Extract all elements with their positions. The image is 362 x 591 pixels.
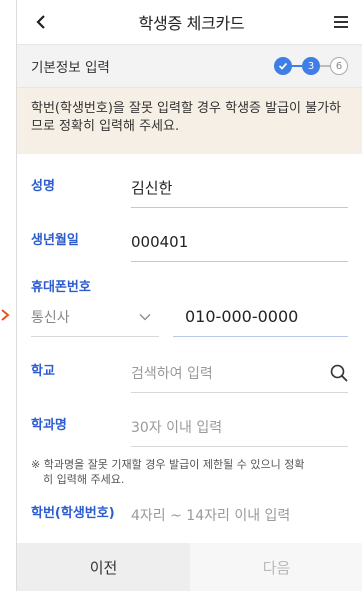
back-button[interactable] bbox=[29, 10, 53, 34]
step-bar: 기본정보 입력 3 6 bbox=[17, 44, 362, 88]
phone-row: 통신사 010-000-0000 bbox=[31, 295, 348, 339]
next-button[interactable]: 다음 bbox=[190, 543, 362, 591]
step-indicator: 3 6 bbox=[274, 57, 348, 75]
major-hint-line2: 히 입력해 주세요. bbox=[43, 473, 125, 486]
school-placeholder: 검색하여 입력 bbox=[131, 365, 213, 382]
birth-field[interactable]: 000401 bbox=[131, 222, 348, 262]
name-field[interactable]: 김신한 bbox=[131, 168, 348, 208]
major-label: 학과명 bbox=[31, 418, 67, 433]
menu-button[interactable] bbox=[330, 11, 352, 33]
phone-number-field[interactable]: 010-000-0000 bbox=[173, 297, 348, 337]
chevron-down-icon bbox=[139, 313, 151, 320]
step-connector bbox=[292, 65, 302, 67]
major-hint-line1: ※ 학과명을 잘못 기재할 경우 발급이 제한될 수 있으니 정확 bbox=[31, 458, 305, 471]
prev-button[interactable]: 이전 bbox=[17, 543, 190, 591]
search-icon[interactable] bbox=[330, 364, 348, 382]
step-title: 기본정보 입력 bbox=[31, 60, 110, 76]
step-connector bbox=[320, 65, 330, 67]
major-hint: ※ 학과명을 잘못 기재할 경우 발급이 제한될 수 있으니 정확 히 입력해 … bbox=[31, 457, 348, 487]
school-label: 학교 bbox=[31, 364, 55, 379]
hamburger-icon-bar bbox=[333, 16, 348, 18]
step-last: 6 bbox=[330, 57, 348, 75]
phone-label: 휴대폰번호 bbox=[31, 280, 91, 295]
app-header: 학생증 체크카드 bbox=[17, 0, 362, 44]
school-search-field[interactable]: 검색하여 입력 bbox=[131, 353, 348, 393]
page-title: 학생증 체크카드 bbox=[138, 14, 245, 33]
name-label: 성명 bbox=[31, 179, 55, 194]
chevron-left-icon bbox=[36, 15, 45, 29]
student-id-field[interactable]: 4자리 ~ 14자리 이내 입력 bbox=[131, 495, 348, 535]
footer-buttons: 이전 다음 bbox=[17, 543, 362, 591]
hamburger-icon-bar bbox=[333, 26, 348, 28]
notice-box: 학번(학생번호)을 잘못 입력할 경우 학생증 발급이 불가하므로 정확히 입력… bbox=[17, 88, 362, 154]
hamburger-icon-bar bbox=[333, 21, 348, 23]
step-current: 3 bbox=[302, 57, 320, 75]
step-done-check-icon bbox=[274, 57, 292, 75]
info-form: 성명 김신한 생년월일 000401 휴대폰번호 통신사 010-000-000… bbox=[17, 154, 362, 535]
major-field[interactable]: 30자 이내 입력 bbox=[131, 407, 348, 447]
birth-label: 생년월일 bbox=[31, 233, 79, 248]
student-id-label: 학번(학생번호) bbox=[31, 506, 115, 521]
carrier-select[interactable]: 통신사 bbox=[31, 297, 159, 337]
pointer-arrow-icon bbox=[1, 309, 10, 321]
school-row: 학교 검색하여 입력 bbox=[31, 339, 348, 393]
name-row: 성명 김신한 bbox=[31, 154, 348, 208]
major-row: 학과명 30자 이내 입력 bbox=[31, 393, 348, 447]
student-id-row: 학번(학생번호) 4자리 ~ 14자리 이내 입력 bbox=[31, 487, 348, 535]
birth-row: 생년월일 000401 bbox=[31, 208, 348, 262]
app-screen: 학생증 체크카드 기본정보 입력 3 6 학번(학생번호)을 잘못 입력할 경우… bbox=[16, 0, 362, 591]
carrier-placeholder: 통신사 bbox=[31, 309, 70, 326]
